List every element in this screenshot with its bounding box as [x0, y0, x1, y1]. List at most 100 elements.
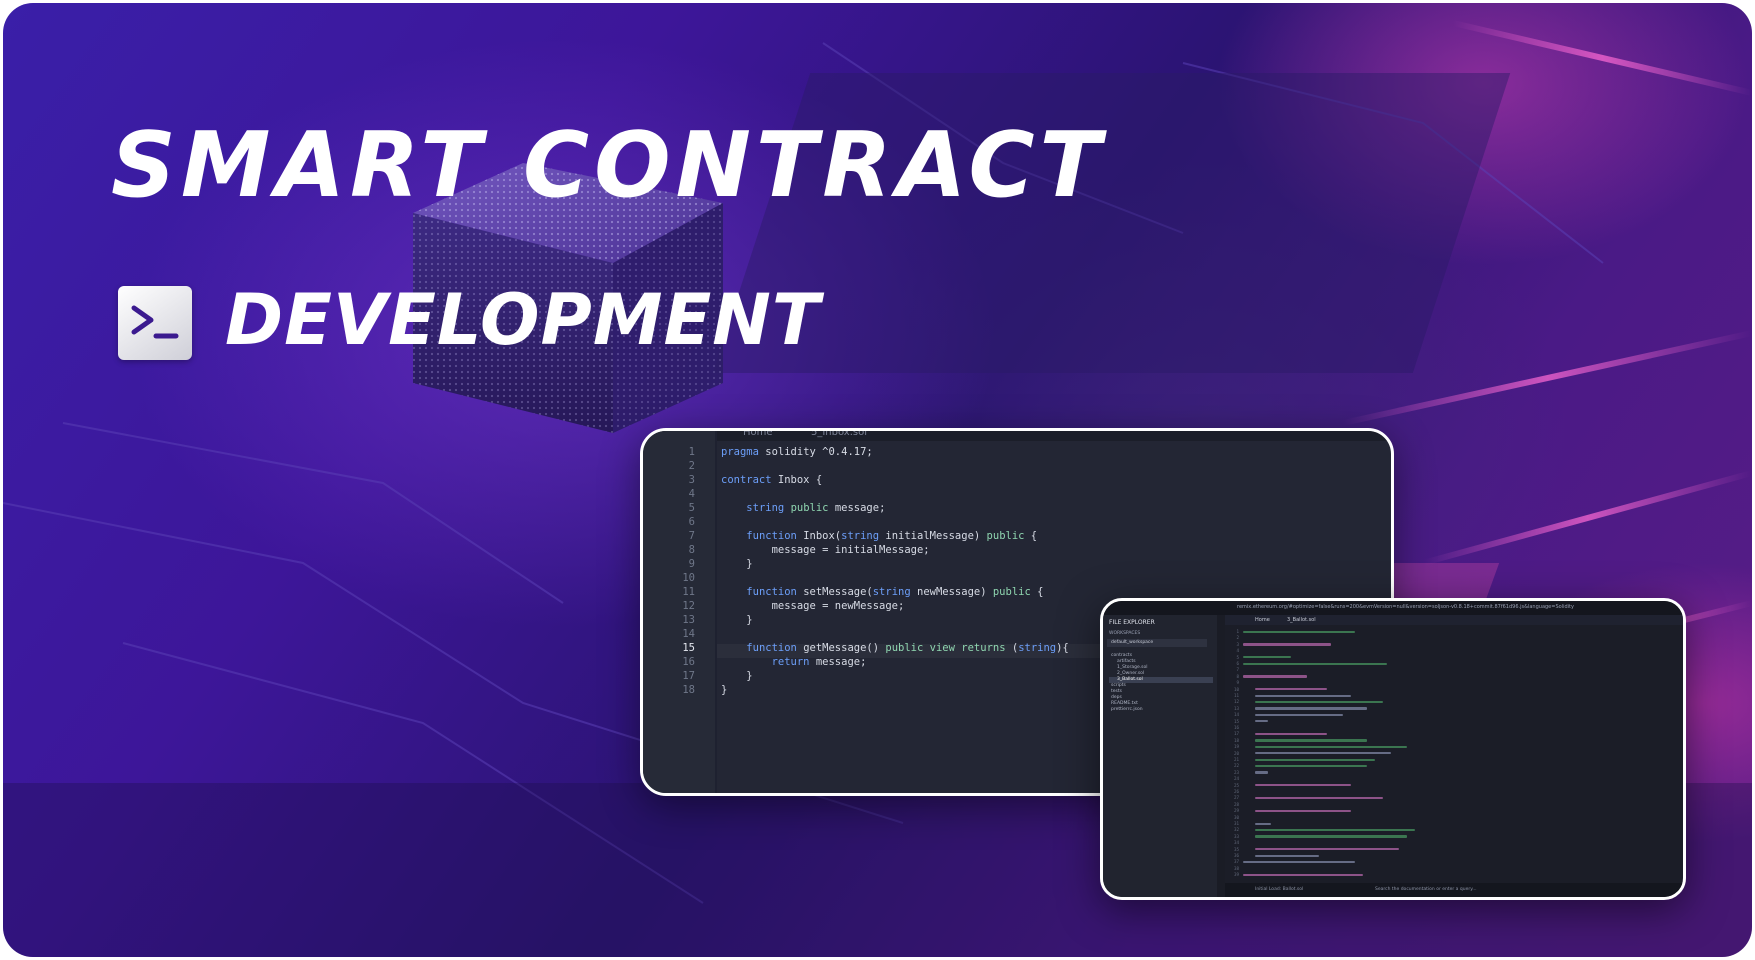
mini-line-number: 37 — [1233, 859, 1239, 865]
line-number: 11 — [682, 586, 695, 598]
line-number: 4 — [688, 488, 695, 500]
workspace-select[interactable]: default_workspace — [1107, 639, 1207, 647]
line-number: 2 — [688, 460, 695, 472]
line-number: 3 — [688, 474, 695, 486]
mini-line-number: 26 — [1233, 789, 1239, 794]
mini-code-line — [1243, 860, 1355, 864]
activity-icon-bar — [1217, 615, 1225, 897]
mini-line-number: 23 — [1233, 769, 1239, 775]
mini-code-line — [1243, 656, 1291, 659]
mini-line-number: 4 — [1236, 648, 1239, 654]
mini-code-line — [1255, 835, 1407, 838]
mini-code-line — [1255, 764, 1367, 768]
mini-line-number: 22 — [1233, 763, 1239, 769]
remix-ide-preview: remix.ethereum.org/#optimize=false&runs=… — [1100, 598, 1686, 900]
code-line: message = initialMessage; — [721, 544, 930, 556]
editor-tab-bar: Home 5_Inbox.sol — [643, 431, 1391, 441]
mini-line-number: 6 — [1236, 661, 1239, 666]
mini-line-number: 31 — [1233, 821, 1239, 826]
mini-line-number: 15 — [1233, 718, 1239, 724]
mini-line-number: 14 — [1233, 712, 1239, 718]
mini-code-line — [1255, 732, 1327, 736]
mini-code-line — [1255, 796, 1383, 800]
mini-line-number: 28 — [1233, 801, 1239, 807]
mini-code-line — [1255, 822, 1271, 825]
mini-code-line — [1243, 630, 1355, 633]
tab-home[interactable]: Home — [743, 431, 773, 438]
mini-code-line — [1255, 707, 1367, 710]
mini-code-line — [1255, 848, 1399, 851]
code-line: return message; — [771, 656, 867, 668]
code-line: } — [721, 558, 753, 570]
mini-line-number: 9 — [1236, 680, 1239, 686]
code-line: string public message; — [746, 502, 886, 514]
line-number: 12 — [682, 600, 695, 612]
mini-line-number: 21 — [1233, 757, 1239, 762]
status-left: Initial Load: Ballot.sol — [1255, 887, 1304, 892]
line-number: 14 — [682, 628, 695, 640]
mini-line-number: 24 — [1233, 776, 1239, 782]
code-line: } — [721, 670, 753, 682]
mini-line-number: 39 — [1233, 872, 1239, 878]
line-number: 8 — [688, 544, 695, 556]
mini-line-number: 3 — [1236, 641, 1239, 647]
mini-code-line — [1255, 758, 1375, 761]
mini-line-number: 11 — [1233, 693, 1239, 698]
mini-line-number: 25 — [1233, 782, 1239, 788]
line-number: 9 — [688, 558, 695, 570]
mini-code-line — [1255, 694, 1351, 697]
code-line: function getMessage() public view return… — [746, 642, 1069, 654]
mini-code-line — [1255, 752, 1391, 755]
mini-code-line — [1255, 745, 1407, 749]
mini-tab-bar: Home 3_Ballot.sol — [1225, 615, 1683, 625]
mini-code-area: 1 2 3 4 5 6 7 8 9 10 11 12 13 14 15 16 17 18 19 20 21 22 23 24 2… — [1225, 625, 1683, 879]
mini-line-number: 8 — [1236, 673, 1239, 679]
code-line: contract Inbox { — [721, 474, 823, 486]
status-search[interactable]: Search the documentation or enter a quer… — [1375, 887, 1477, 892]
mini-line-number: 32 — [1233, 827, 1239, 833]
mini-tab-ballot[interactable]: 3_Ballot.sol — [1287, 617, 1316, 623]
line-number: 15 — [682, 642, 695, 654]
line-number: 18 — [682, 684, 695, 696]
mini-line-number: 12 — [1233, 699, 1239, 705]
mini-line-number: 35 — [1233, 846, 1239, 852]
code-line: function Inbox(string initialMessage) pu… — [746, 530, 1038, 542]
file-tree-item[interactable]: prettierrc.json — [1109, 707, 1213, 713]
line-number: 13 — [682, 614, 695, 626]
mini-line-number: 29 — [1233, 808, 1239, 814]
line-number: 16 — [682, 656, 695, 668]
workspaces-label: WORKSPACES — [1109, 631, 1141, 636]
code-line: } — [721, 684, 728, 696]
mini-line-number: 7 — [1236, 667, 1239, 673]
mini-code-line — [1243, 643, 1331, 646]
mini-line-number: 10 — [1233, 686, 1239, 692]
mini-line-number: 17 — [1233, 731, 1239, 737]
address-bar[interactable]: remix.ethereum.org/#optimize=false&runs=… — [1237, 604, 1574, 610]
terminal-icon — [118, 286, 192, 360]
mini-line-number: 30 — [1233, 814, 1239, 820]
mini-code-line — [1243, 675, 1307, 678]
mini-code-line — [1243, 873, 1363, 877]
line-number: 6 — [688, 516, 695, 528]
mini-code-line — [1255, 771, 1268, 774]
mini-code-line — [1255, 720, 1268, 723]
mini-code-line — [1255, 700, 1383, 704]
mini-line-number: 38 — [1233, 865, 1239, 871]
mini-tab-home[interactable]: Home — [1255, 617, 1270, 623]
mini-code-line — [1255, 809, 1351, 813]
code-line: pragma solidity ^0.4.17; — [721, 446, 873, 458]
code-line: function setMessage(string newMessage) p… — [746, 586, 1044, 598]
code-line: } — [721, 614, 753, 626]
mini-line-number: 27 — [1233, 795, 1239, 801]
mini-code-line — [1255, 828, 1415, 832]
mini-code-line — [1255, 688, 1327, 691]
mini-line-number: 19 — [1233, 744, 1239, 750]
mini-status-bar: Initial Load: Ballot.sol Search the docu… — [1225, 883, 1683, 897]
tab-inbox-sol[interactable]: 5_Inbox.sol — [811, 431, 867, 438]
banner-title: SMART CONTRACT — [111, 113, 1106, 218]
line-number: 10 — [682, 572, 695, 584]
mini-code-line — [1255, 784, 1351, 787]
line-number: 1 — [688, 446, 695, 458]
file-explorer-panel: FILE EXPLORER WORKSPACES default_workspa… — [1103, 615, 1217, 897]
mini-line-number: 5 — [1236, 654, 1239, 660]
